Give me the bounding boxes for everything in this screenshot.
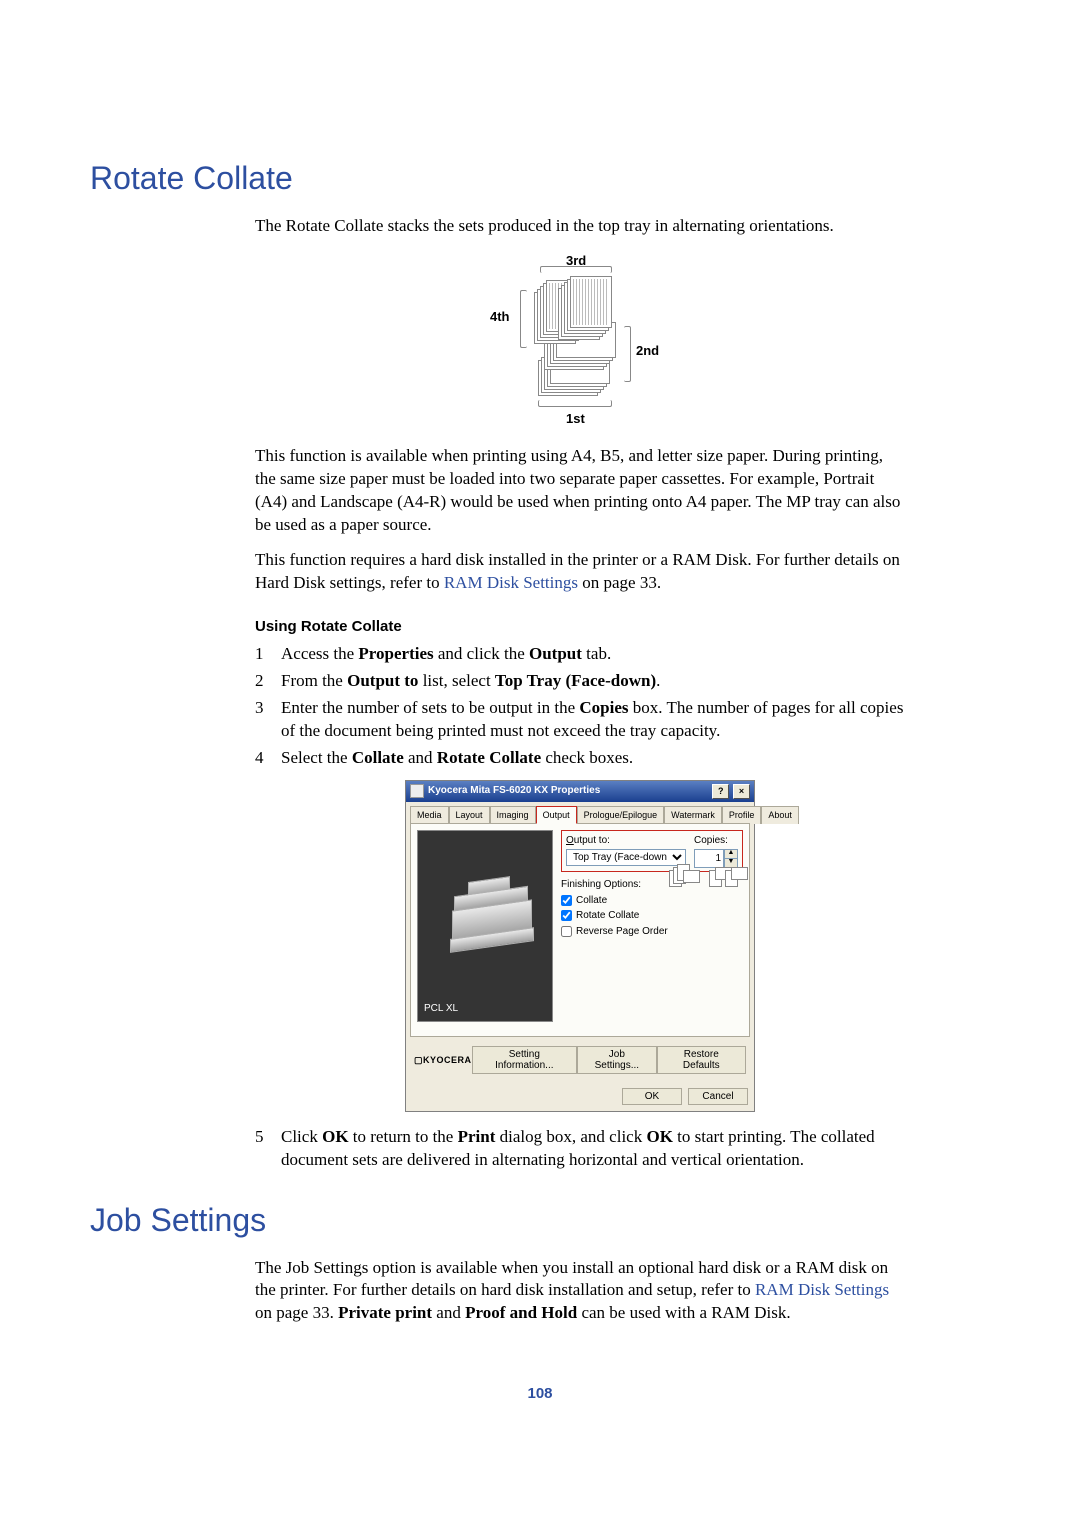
job-settings-button[interactable]: Job Settings... <box>577 1046 656 1074</box>
copies-label: Copies: <box>694 834 738 848</box>
dialog-title: Kyocera Mita FS-6020 KX Properties <box>428 784 600 798</box>
tab-about[interactable]: About <box>761 806 799 824</box>
close-button[interactable]: × <box>733 784 750 799</box>
reverse-page-order-checkbox[interactable]: Reverse Page Order <box>561 925 743 939</box>
properties-dialog: Kyocera Mita FS-6020 KX Properties ? × M… <box>405 780 755 1112</box>
collate-checkbox[interactable]: Collate <box>561 894 743 908</box>
ram-disk-settings-link[interactable]: RAM Disk Settings <box>444 573 578 592</box>
rotate-collate-intro: The Rotate Collate stacks the sets produ… <box>255 215 905 238</box>
rotate-collate-diagram: 3rd 4th 2nd 1st <box>255 252 905 427</box>
tab-watermark[interactable]: Watermark <box>664 806 722 824</box>
job-settings-p1: The Job Settings option is available whe… <box>255 1257 905 1326</box>
step-5: Click OK to return to the Print dialog b… <box>281 1126 905 1172</box>
output-to-select[interactable]: Top Tray (Face-down) <box>566 849 686 866</box>
heading-rotate-collate: Rotate Collate <box>90 160 990 197</box>
output-to-label: Output to: <box>566 834 686 848</box>
tab-imaging[interactable]: Imaging <box>490 806 536 824</box>
dialog-titlebar: Kyocera Mita FS-6020 KX Properties ? × <box>406 781 754 802</box>
setting-information-button[interactable]: Setting Information... <box>472 1046 578 1074</box>
rotate-collate-p1: This function is available when printing… <box>255 445 905 537</box>
step-1: Access the Properties and click the Outp… <box>281 643 905 666</box>
tab-output[interactable]: Output <box>536 806 577 824</box>
ram-disk-settings-link-2[interactable]: RAM Disk Settings <box>755 1280 889 1299</box>
collate-illustration-icon <box>669 862 741 888</box>
label-2nd: 2nd <box>636 342 659 360</box>
step-3: Enter the number of sets to be output in… <box>281 697 905 743</box>
using-rotate-collate-heading: Using Rotate Collate <box>255 617 905 637</box>
brand-logo: ▢KYOCERA <box>414 1054 472 1066</box>
printer-icon <box>410 784 424 798</box>
printer-preview-icon <box>446 879 536 949</box>
label-1st: 1st <box>566 410 585 428</box>
step-4: Select the Collate and Rotate Collate ch… <box>281 747 905 770</box>
ok-button[interactable]: OK <box>622 1088 682 1105</box>
tab-media[interactable]: Media <box>410 806 449 824</box>
rotate-collate-checkbox[interactable]: Rotate Collate <box>561 909 743 923</box>
cancel-button[interactable]: Cancel <box>688 1088 748 1105</box>
help-button[interactable]: ? <box>712 784 729 799</box>
tab-prologue-epilogue[interactable]: Prologue/Epilogue <box>577 806 665 824</box>
heading-job-settings: Job Settings <box>90 1202 990 1239</box>
label-4th: 4th <box>490 308 510 326</box>
restore-defaults-button[interactable]: Restore Defaults <box>657 1046 746 1074</box>
rotate-collate-p2: This function requires a hard disk insta… <box>255 549 905 595</box>
preview-mode-label: PCL XL <box>424 1002 458 1016</box>
preview-pane: PCL XL <box>417 830 553 1022</box>
tab-layout[interactable]: Layout <box>449 806 490 824</box>
using-steps: 1Access the Properties and click the Out… <box>255 643 905 770</box>
tab-profile[interactable]: Profile <box>722 806 762 824</box>
step-2: From the Output to list, select Top Tray… <box>281 670 905 693</box>
page-number: 108 <box>90 1385 990 1402</box>
